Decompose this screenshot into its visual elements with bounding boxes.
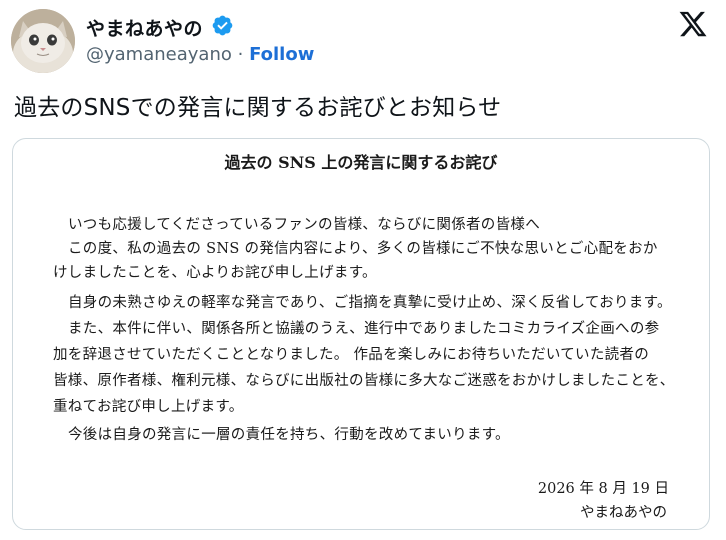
document-title: 過去の SNS 上の発言に関するお詫び [224, 153, 498, 172]
attached-image[interactable]: 過去の SNS 上の発言に関するお詫び いつも応援してくださっているファンの皆様… [12, 138, 710, 530]
separator: · [237, 44, 244, 65]
document-line: 今後は自身の発言に一層の責任を持ち、行動を改めてまいります。 [68, 427, 510, 443]
document-line: 重ねてお詫び申し上げます。 [53, 399, 244, 415]
handle-row: @yamaneayano · Follow [86, 44, 314, 65]
document-line: また、本件に伴い、関係各所と協議のうえ、進行中でありましたコミカライズ企画への参 [68, 321, 660, 337]
x-logo-icon[interactable] [677, 9, 709, 39]
document-line: 加を辞退させていただくこととなりました。 作品を楽しみにお待ちいただいていた読者… [53, 347, 650, 363]
document-line: 皆様、原作者様、権利元様、ならびに出版社の皆様に多大なご迷惑をおかけしましたこと… [53, 373, 675, 389]
apology-document: 過去の SNS 上の発言に関するお詫び いつも応援してくださっているファンの皆様… [13, 139, 709, 529]
avatar[interactable] [11, 9, 75, 73]
document-line: この度、私の過去の SNS の発信内容により、多くの皆様にご不快な思いとご心配を… [68, 241, 658, 257]
document-line: けしましたことを、心よりお詫び申し上げます。 [53, 265, 377, 281]
verified-badge-icon [212, 15, 233, 36]
document-line: いつも応援してくださっているファンの皆様、ならびに関係者の皆様へ [68, 217, 541, 233]
tweet-embed: やまねあやの @yamaneayano · Follow 過去のSNSでの発言に… [0, 0, 726, 540]
handle[interactable]: @yamaneayano [86, 44, 232, 65]
cat-avatar-image [11, 9, 75, 73]
display-name[interactable]: やまねあやの [86, 14, 203, 41]
document-signature: やまねあやの [580, 505, 667, 521]
follow-button[interactable]: Follow [249, 44, 314, 65]
tweet-text: 過去のSNSでの発言に関するお詫びとお知らせ [14, 95, 502, 121]
document-line: 自身の未熟さゆえの軽率な発言であり、ご指摘を真摯に受け止め、深く反省しております… [68, 295, 672, 311]
document-date: 2026 年 8 月 19 日 [537, 481, 669, 497]
